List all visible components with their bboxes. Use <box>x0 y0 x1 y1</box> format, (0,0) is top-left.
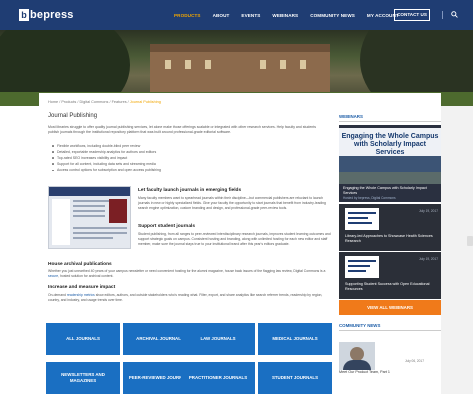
sidebar-divider <box>339 121 441 122</box>
journal-screenshot-line <box>73 210 105 212</box>
webinar-item[interactable]: July 19, 2017 Library-led Approaches to … <box>339 204 441 251</box>
breadcrumb: Home / Products / Digital Commons / Feat… <box>48 100 161 104</box>
news-title[interactable]: Meet Our Product Team, Part 1 <box>339 370 390 374</box>
search-icon[interactable] <box>451 11 458 18</box>
page-title: Journal Publishing <box>48 113 98 119</box>
featured-webinar-card[interactable]: Engaging the Whole Campus with Scholarly… <box>339 125 441 202</box>
sidebar-divider <box>339 330 441 331</box>
archival-text: Whether you just unearthed 40 years of y… <box>48 269 326 273</box>
nav-item-events[interactable]: EVENTS <box>241 13 260 18</box>
featured-webinar-photo <box>339 172 441 184</box>
tile-newsletters-magazines[interactable]: NEWSLETTERS AND MAGAZINES <box>46 362 120 394</box>
thumbnail-line <box>348 212 376 214</box>
journal-screenshot-line <box>73 215 105 217</box>
journal-screenshot-image <box>48 186 131 249</box>
section-text-launch-journals: Many faculty members want to spearhead j… <box>138 196 326 210</box>
hero-window <box>260 60 266 69</box>
journal-screenshot-line <box>73 232 127 234</box>
thumbnail-line <box>348 270 366 272</box>
main-nav: PRODUCTS ABOUT EVENTS WEBINARS COMMUNITY… <box>174 0 411 30</box>
featured-webinar-band <box>339 156 441 172</box>
nav-item-about[interactable]: ABOUT <box>213 13 230 18</box>
tile-medical-journals[interactable]: MEDICAL JOURNALS <box>258 323 332 355</box>
news-thumbnail[interactable] <box>339 342 375 370</box>
breadcrumb-digital-commons[interactable]: Digital Commons <box>80 100 109 104</box>
impact-text: On-demand <box>48 293 67 297</box>
webinar-item[interactable]: July 19, 2017 Supporting Student Success… <box>339 252 441 299</box>
thumbnail-line <box>348 217 368 219</box>
view-all-webinars-button[interactable]: VIEW ALL WEBINARS <box>339 300 441 315</box>
journal-screenshot-header <box>49 187 130 196</box>
hero-window <box>280 60 286 69</box>
logo-text: bepress <box>30 9 74 21</box>
thumbnail-line <box>348 222 372 224</box>
journal-screenshot-sidebar <box>52 199 70 245</box>
nav-divider <box>442 11 443 19</box>
readership-metrics-link[interactable]: readership metrics <box>67 293 95 297</box>
breadcrumb-current: Journal Publishing <box>129 100 161 104</box>
journal-screenshot-cover <box>109 199 127 223</box>
webinar-title[interactable]: Supporting Student Success with Open Edu… <box>345 282 437 291</box>
thumbnail-line <box>348 265 370 267</box>
breadcrumb-separator: / <box>127 100 129 104</box>
webinar-thumbnail <box>345 256 379 278</box>
tile-all-journals[interactable]: ALL JOURNALS <box>46 323 120 355</box>
section-text-student-journals: Student publishing, from all ranges to p… <box>138 232 331 246</box>
hero-window <box>205 60 211 69</box>
tile-law-journals[interactable]: LAW JOURNALS <box>181 323 255 355</box>
tile-practitioner-journals[interactable]: PRACTITIONER JOURNALS <box>181 362 255 394</box>
webinars-heading: WEBINARS <box>339 114 363 119</box>
section-heading-student-journals: Support student journals <box>138 224 196 229</box>
breadcrumb-features[interactable]: Features <box>112 100 127 104</box>
tile-student-journals[interactable]: STUDENT JOURNALS <box>258 362 332 394</box>
featured-webinar-title[interactable]: Engaging the Whole Campus with Scholarly… <box>343 186 437 195</box>
section-text-archival: Whether you just unearthed 40 years of y… <box>48 269 332 279</box>
feature-list: Flexible workflows, including double-bli… <box>52 143 161 173</box>
journal-screenshot-line <box>73 227 127 229</box>
journal-screenshot-line <box>73 237 113 239</box>
hero-window <box>165 60 171 69</box>
secure-link[interactable]: secure <box>48 274 58 278</box>
community-news-heading: COMMUNITY NEWS <box>339 323 381 328</box>
nav-item-products[interactable]: PRODUCTS <box>174 13 201 18</box>
contact-us-button[interactable]: CONTACT US <box>394 9 430 21</box>
webinar-date: July 19, 2017 <box>419 257 438 261</box>
intro-paragraph: Most libraries struggle to offer quality… <box>48 125 316 134</box>
webinar-date: July 19, 2017 <box>419 209 438 213</box>
archival-text: , hosted solution for archival content. <box>58 274 114 278</box>
logo-mark: b <box>19 9 29 21</box>
breadcrumb-separator: / <box>77 100 79 104</box>
thumbnail-line <box>348 260 376 262</box>
hero-window <box>185 60 191 69</box>
featured-webinar-banner: Engaging the Whole Campus with Scholarly… <box>339 128 441 156</box>
section-heading-archival: House archival publications <box>48 262 112 267</box>
section-heading-impact: Increase and measure impact <box>48 285 116 290</box>
section-text-impact: On-demand readership metrics show editor… <box>48 293 332 303</box>
webinar-title[interactable]: Library-led Approaches to Showcase Healt… <box>345 234 437 243</box>
breadcrumb-home[interactable]: Home <box>48 100 58 104</box>
section-heading-launch-journals: Let faculty launch journals in emerging … <box>138 188 242 193</box>
breadcrumb-separator: / <box>109 100 111 104</box>
nav-item-community-news[interactable]: COMMUNITY NEWS <box>310 13 355 18</box>
journal-screenshot-line <box>73 205 105 207</box>
feature-list-item: Access control options for subscription … <box>52 167 161 173</box>
webinar-thumbnail <box>345 208 379 230</box>
hero-window <box>300 60 306 69</box>
featured-webinar-subtitle: Hosted by bepress, Digital Commons <box>343 196 396 200</box>
page-background-strip <box>441 106 473 394</box>
bepress-logo[interactable]: b bepress <box>19 8 74 22</box>
breadcrumb-products[interactable]: Products <box>61 100 76 104</box>
news-date: July 06, 2017 <box>405 359 424 363</box>
news-thumbnail-person <box>350 347 364 361</box>
news-thumbnail-person-body <box>343 360 371 370</box>
top-navigation-bar: b bepress PRODUCTS ABOUT EVENTS WEBINARS… <box>0 0 473 30</box>
side-feedback-tab[interactable] <box>467 236 473 246</box>
nav-item-webinars[interactable]: WEBINARS <box>272 13 298 18</box>
